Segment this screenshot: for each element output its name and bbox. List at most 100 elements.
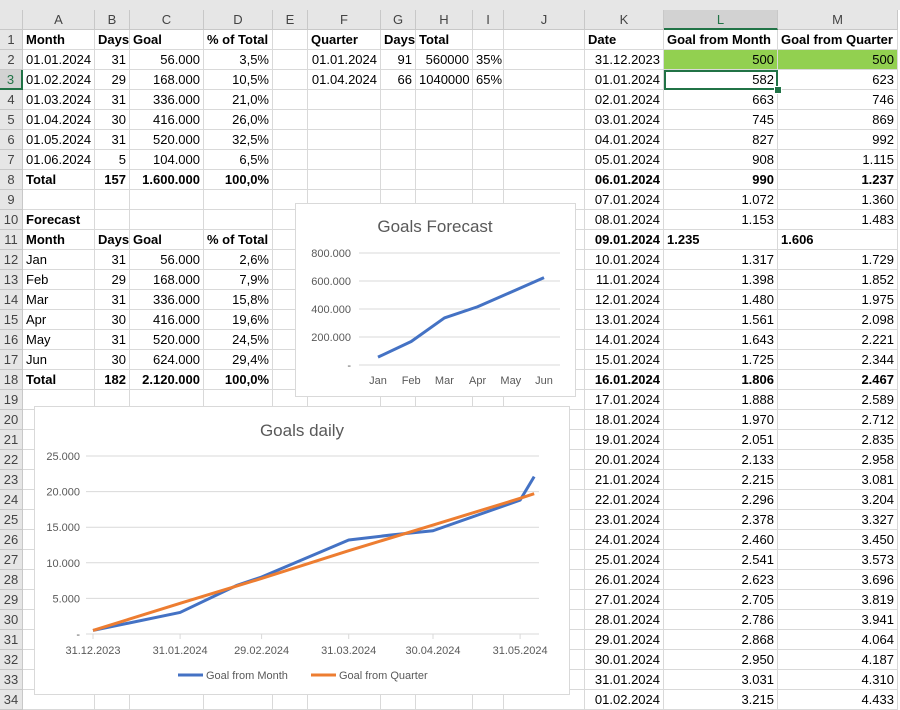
cell-l13[interactable]: 1.398	[664, 270, 778, 290]
column-header-d[interactable]: D	[204, 10, 273, 30]
row-header-31[interactable]: 31	[0, 630, 23, 650]
cell-c13[interactable]: 168.000	[130, 270, 204, 290]
row-header-10[interactable]: 10	[0, 210, 23, 230]
cell-i8[interactable]	[473, 170, 504, 190]
cell-m33[interactable]: 4.310	[778, 670, 898, 690]
cell-d17[interactable]: 29,4%	[204, 350, 273, 370]
cell-k21[interactable]: 19.01.2024	[585, 430, 664, 450]
cell-l1[interactable]: Goal from Month	[664, 30, 778, 50]
cell-b4[interactable]: 31	[95, 90, 130, 110]
cell-m2[interactable]: 500	[778, 50, 898, 70]
cell-c18[interactable]: 2.120.000	[130, 370, 204, 390]
cell-d11[interactable]: % of Total	[204, 230, 273, 250]
cell-k17[interactable]: 15.01.2024	[585, 350, 664, 370]
row-header-18[interactable]: 18	[0, 370, 23, 390]
cell-l5[interactable]: 745	[664, 110, 778, 130]
column-header-i[interactable]: I	[473, 10, 504, 30]
cell-m22[interactable]: 2.958	[778, 450, 898, 470]
cell-l24[interactable]: 2.296	[664, 490, 778, 510]
cell-j5[interactable]	[504, 110, 585, 130]
row-header-19[interactable]: 19	[0, 390, 23, 410]
cell-d4[interactable]: 21,0%	[204, 90, 273, 110]
cell-l15[interactable]: 1.561	[664, 310, 778, 330]
cell-m26[interactable]: 3.450	[778, 530, 898, 550]
cell-b6[interactable]: 31	[95, 130, 130, 150]
cell-c3[interactable]: 168.000	[130, 70, 204, 90]
cell-m14[interactable]: 1.975	[778, 290, 898, 310]
cell-l18[interactable]: 1.806	[664, 370, 778, 390]
cell-m34[interactable]: 4.433	[778, 690, 898, 710]
cell-a18[interactable]: Total	[23, 370, 95, 390]
cell-j6[interactable]	[504, 130, 585, 150]
cell-c15[interactable]: 416.000	[130, 310, 204, 330]
cell-m16[interactable]: 2.221	[778, 330, 898, 350]
cell-a9[interactable]	[23, 190, 95, 210]
cell-f7[interactable]	[308, 150, 381, 170]
cell-b12[interactable]: 31	[95, 250, 130, 270]
cell-h4[interactable]	[416, 90, 473, 110]
row-header-14[interactable]: 14	[0, 290, 23, 310]
cell-m12[interactable]: 1.729	[778, 250, 898, 270]
cell-e8[interactable]	[273, 170, 308, 190]
cell-g2[interactable]: 91	[381, 50, 416, 70]
cell-l25[interactable]: 2.378	[664, 510, 778, 530]
cell-h2[interactable]: 560000	[416, 50, 473, 70]
cell-a17[interactable]: Jun	[23, 350, 95, 370]
cell-g5[interactable]	[381, 110, 416, 130]
row-header-26[interactable]: 26	[0, 530, 23, 550]
cell-d13[interactable]: 7,9%	[204, 270, 273, 290]
cell-d8[interactable]: 100,0%	[204, 170, 273, 190]
cell-l10[interactable]: 1.153	[664, 210, 778, 230]
cell-h5[interactable]	[416, 110, 473, 130]
cell-h7[interactable]	[416, 150, 473, 170]
cell-f2[interactable]: 01.01.2024	[308, 50, 381, 70]
cell-k3[interactable]: 01.01.2024	[585, 70, 664, 90]
cell-l34[interactable]: 3.215	[664, 690, 778, 710]
cell-c12[interactable]: 56.000	[130, 250, 204, 270]
cell-f5[interactable]	[308, 110, 381, 130]
cell-k6[interactable]: 04.01.2024	[585, 130, 664, 150]
cell-k34[interactable]: 01.02.2024	[585, 690, 664, 710]
cell-h3[interactable]: 1040000	[416, 70, 473, 90]
cell-b8[interactable]: 157	[95, 170, 130, 190]
row-header-16[interactable]: 16	[0, 330, 23, 350]
cell-m32[interactable]: 4.187	[778, 650, 898, 670]
cell-k33[interactable]: 31.01.2024	[585, 670, 664, 690]
cell-l8[interactable]: 990	[664, 170, 778, 190]
cell-h6[interactable]	[416, 130, 473, 150]
cell-l30[interactable]: 2.786	[664, 610, 778, 630]
cell-h1[interactable]: Total	[416, 30, 473, 50]
cell-m5[interactable]: 869	[778, 110, 898, 130]
cell-m25[interactable]: 3.327	[778, 510, 898, 530]
cell-k10[interactable]: 08.01.2024	[585, 210, 664, 230]
cell-k19[interactable]: 17.01.2024	[585, 390, 664, 410]
cell-e3[interactable]	[273, 70, 308, 90]
cell-k15[interactable]: 13.01.2024	[585, 310, 664, 330]
cell-m4[interactable]: 746	[778, 90, 898, 110]
cell-k9[interactable]: 07.01.2024	[585, 190, 664, 210]
cell-b16[interactable]: 31	[95, 330, 130, 350]
cell-a8[interactable]: Total	[23, 170, 95, 190]
cell-l28[interactable]: 2.623	[664, 570, 778, 590]
cell-g7[interactable]	[381, 150, 416, 170]
cell-m19[interactable]: 2.589	[778, 390, 898, 410]
row-header-32[interactable]: 32	[0, 650, 23, 670]
cell-k29[interactable]: 27.01.2024	[585, 590, 664, 610]
cell-c6[interactable]: 520.000	[130, 130, 204, 150]
cell-b14[interactable]: 31	[95, 290, 130, 310]
cell-b2[interactable]: 31	[95, 50, 130, 70]
cell-k28[interactable]: 26.01.2024	[585, 570, 664, 590]
row-header-4[interactable]: 4	[0, 90, 23, 110]
cell-c7[interactable]: 104.000	[130, 150, 204, 170]
column-header-c[interactable]: C	[130, 10, 204, 30]
cell-k31[interactable]: 29.01.2024	[585, 630, 664, 650]
cell-k8[interactable]: 06.01.2024	[585, 170, 664, 190]
cell-e5[interactable]	[273, 110, 308, 130]
cell-m28[interactable]: 3.696	[778, 570, 898, 590]
cell-b1[interactable]: Days	[95, 30, 130, 50]
cell-g1[interactable]: Days	[381, 30, 416, 50]
row-header-12[interactable]: 12	[0, 250, 23, 270]
cell-b11[interactable]: Days	[95, 230, 130, 250]
cell-j3[interactable]	[504, 70, 585, 90]
cell-m11[interactable]: 1.606	[778, 230, 898, 250]
